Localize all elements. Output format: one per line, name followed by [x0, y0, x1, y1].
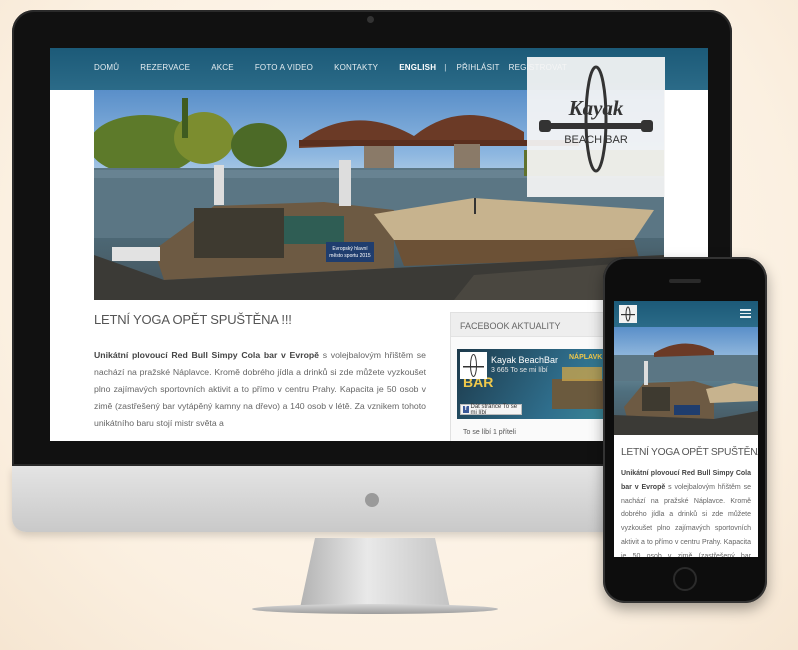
facebook-page-cover[interactable]: NÁPLAVK BAR Kayak BeachBar 3 665 To se m… [457, 349, 627, 419]
mobile-logo[interactable] [619, 305, 637, 323]
nav-item-contacts[interactable]: KONTAKTY [334, 63, 378, 72]
facebook-like-count: 3 665 To se mi líbí [491, 367, 548, 374]
nav-item-photo-video[interactable]: FOTO A VIDEO [255, 63, 313, 72]
phone-screen: LETNÍ YOGA OPĚT SPUŠTĚNA !!! Unikátní pl… [614, 301, 758, 557]
nav-separator: | [444, 63, 447, 72]
monitor-stand [300, 538, 450, 608]
facebook-like-button-label: Dát stránce To se mi líbí [470, 403, 518, 416]
phone-speaker [669, 279, 701, 283]
mobile-article-body: Unikátní plovoucí Red Bull Simpy Cola ba… [621, 467, 751, 557]
article-body: Unikátní plovoucí Red Bull Simpy Cola ba… [94, 347, 426, 432]
mobile-hero-photo [614, 343, 758, 435]
article-lead: Unikátní plovoucí Red Bull Simpy Cola ba… [94, 350, 320, 360]
facebook-friends-like: To se líbí 1 příteli [463, 429, 516, 436]
facebook-page-name[interactable]: Kayak BeachBar [491, 355, 558, 365]
nav-item-home[interactable]: DOMŮ [94, 63, 119, 72]
kayak-paddle-icon: Kayak BEACH BAR [539, 65, 653, 173]
apple-logo-icon [365, 493, 379, 507]
hamburger-menu-icon[interactable] [740, 309, 751, 318]
phone-home-button[interactable] [673, 567, 697, 591]
kayak-logo[interactable]: Kayak BEACH BAR [527, 57, 665, 197]
mobile-phone: LETNÍ YOGA OPĚT SPUŠTĚNA !!! Unikátní pl… [603, 257, 767, 603]
mobile-navigation [614, 301, 758, 327]
article-title: LETNÍ YOGA OPĚT SPUŠTĚNA !!! [94, 312, 292, 327]
mobile-article-text: s volejbalovým hřištěm se nachází na pra… [621, 483, 751, 557]
facebook-cover-word-1: NÁPLAVK [569, 352, 602, 361]
webcam [367, 16, 374, 23]
nav-item-events[interactable]: AKCE [211, 63, 234, 72]
mobile-article-title: LETNÍ YOGA OPĚT SPUŠTĚNA !!! [621, 447, 758, 458]
nav-item-reservation[interactable]: REZERVACE [140, 63, 190, 72]
mobile-hero-image [614, 327, 758, 435]
facebook-like-button[interactable]: f Dát stránce To se mi líbí [460, 403, 522, 416]
facebook-icon: f [463, 406, 469, 413]
article: LETNÍ YOGA OPĚT SPUŠTĚNA !!! Unikátní pl… [94, 312, 426, 432]
monitor-stand-base [252, 604, 498, 614]
hero-banner-line2: město sportu 2015 [329, 253, 371, 259]
login-link[interactable]: PŘIHLÁSIT [456, 63, 499, 72]
kayak-paddle-icon [621, 306, 635, 322]
logo-wordmark: Kayak [568, 96, 624, 120]
nav-item-english[interactable]: ENGLISH [399, 63, 436, 72]
hero-banner-line1: Evropský hlavní [332, 246, 368, 252]
logo-subtitle: BEACH BAR [564, 134, 628, 146]
article-text: s volejbalovým hřištěm se nachází na pra… [94, 350, 426, 428]
